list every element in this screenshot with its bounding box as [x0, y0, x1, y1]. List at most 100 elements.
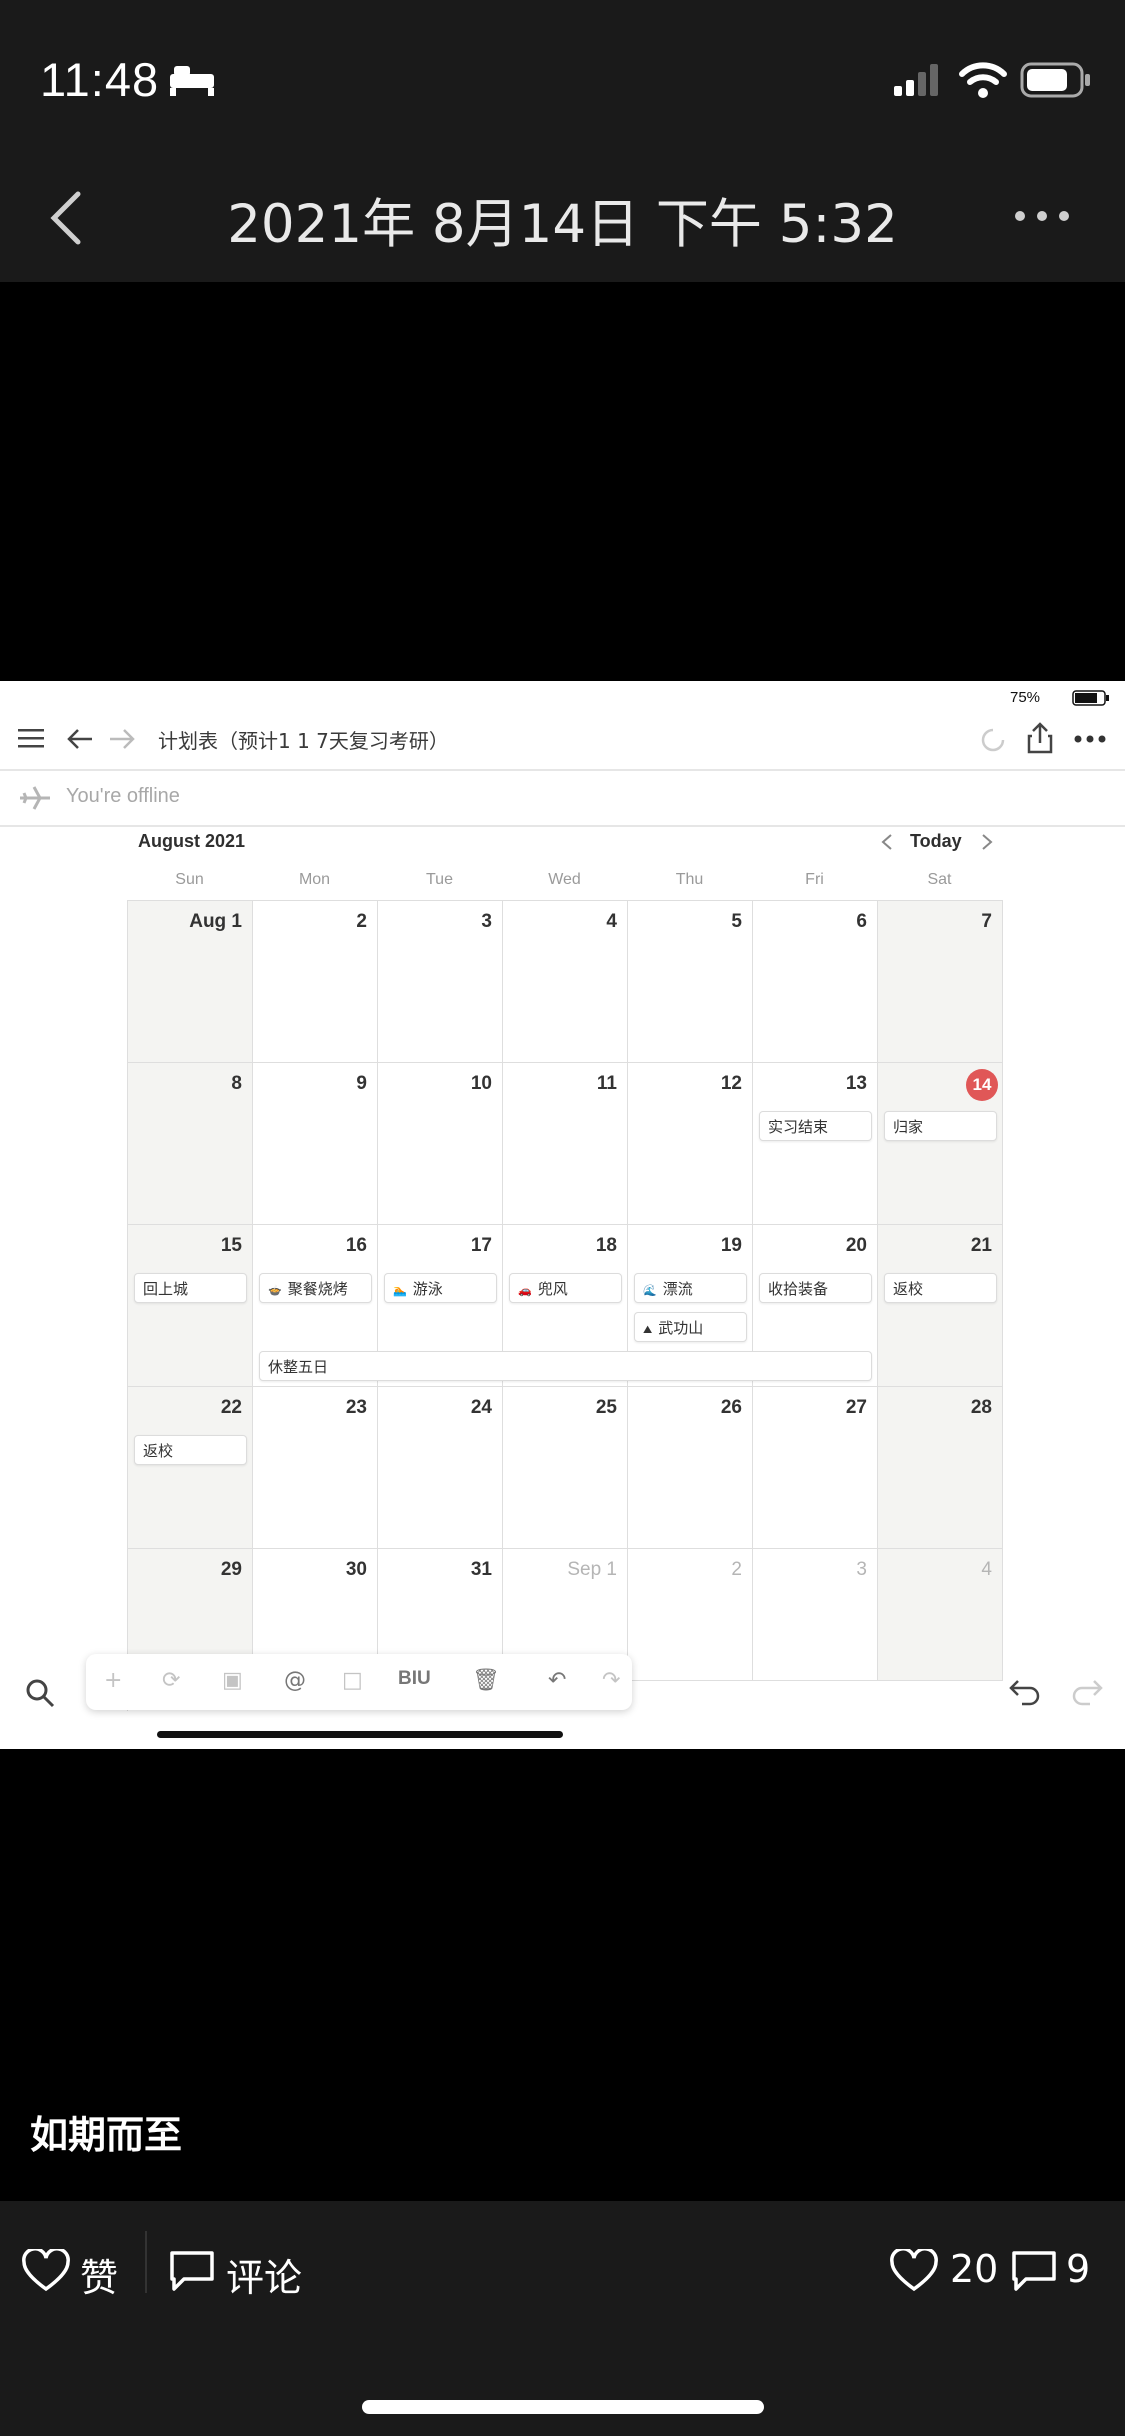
event-icon: 🍲 — [268, 1284, 282, 1297]
home-indicator — [362, 2400, 764, 2414]
page-more-icon[interactable] — [1074, 735, 1106, 743]
calendar-day-cell[interactable]: 14 — [878, 1063, 1003, 1225]
event-label: 归家 — [893, 1118, 924, 1136]
calendar-day-cell[interactable]: 8 — [128, 1063, 253, 1225]
event-icon: 🏊 — [393, 1284, 407, 1297]
calendar-event[interactable]: 实习结束 — [759, 1111, 872, 1141]
calendar-day-cell[interactable]: 15 — [128, 1225, 253, 1387]
menu-icon[interactable] — [18, 727, 46, 749]
day-number: 18 — [595, 1235, 617, 1256]
event-icon: 🚗 — [518, 1284, 532, 1297]
nav-back-icon[interactable] — [66, 727, 94, 751]
next-month-icon[interactable] — [980, 833, 994, 851]
event-label: 休整五日 — [268, 1358, 329, 1376]
event-label: 实习结束 — [768, 1118, 829, 1136]
notion-page-title: 计划表（预计1 1 7天复习考研） — [158, 729, 449, 753]
day-number: 3 — [481, 911, 492, 932]
edit-toolbar: + ⟳ ▣ @ □ BIU 🗑 ↶ ↷ — [86, 1654, 632, 1710]
calendar-day-cell[interactable]: 24 — [378, 1387, 503, 1549]
calendar-day-cell[interactable]: 23 — [253, 1387, 378, 1549]
calendar-day-cell[interactable]: 25 — [503, 1387, 628, 1549]
battery-icon — [1020, 62, 1090, 98]
day-number: 21 — [970, 1235, 992, 1256]
trash-icon[interactable]: 🗑 — [472, 1668, 500, 1693]
more-icon[interactable] — [1012, 206, 1072, 226]
calendar-event[interactable]: 🍲 聚餐烧烤 — [259, 1273, 372, 1303]
day-number: 19 — [720, 1235, 742, 1256]
day-number: 11 — [596, 1073, 617, 1094]
calendar-day-cell[interactable]: 2 — [253, 901, 378, 1063]
event-label: 聚餐烧烤 — [287, 1280, 348, 1298]
text-format-button[interactable]: BIU — [398, 1668, 431, 1690]
screenshot-battery: 75% — [1010, 689, 1041, 706]
calendar-day-cell[interactable]: 21 — [878, 1225, 1003, 1387]
day-number: 17 — [470, 1235, 492, 1256]
search-icon[interactable] — [24, 1677, 56, 1709]
day-number: 3 — [856, 1559, 867, 1580]
prev-month-icon[interactable] — [880, 833, 894, 851]
calendar-day-cell[interactable]: 22 — [128, 1387, 253, 1549]
status-time: 11:48 — [40, 53, 160, 106]
calendar-event[interactable]: 返校 — [884, 1273, 997, 1303]
calendar-day-cell[interactable]: 6 — [753, 901, 878, 1063]
day-number: 9 — [356, 1073, 367, 1094]
calendar-day-cell[interactable]: 28 — [878, 1387, 1003, 1549]
calendar-event[interactable]: 收拾装备 — [759, 1273, 872, 1303]
event-label: 回上城 — [143, 1280, 189, 1298]
comment-bubble-icon[interactable]: □ — [342, 1668, 363, 1693]
redo-icon[interactable]: ↷ — [602, 1668, 620, 1693]
calendar-day-cell[interactable]: 4 — [878, 1549, 1003, 1681]
calendar-event[interactable]: 🌊 漂流 — [634, 1273, 747, 1303]
add-icon[interactable]: + — [104, 1668, 122, 1693]
share-icon[interactable] — [1026, 721, 1054, 755]
comment-button[interactable]: 评论 — [168, 2241, 318, 2301]
calendar-day-cell[interactable]: 13 — [753, 1063, 878, 1225]
loading-icon — [981, 728, 1005, 752]
nav-forward-icon[interactable] — [108, 727, 136, 751]
calendar-day-cell[interactable]: 3 — [378, 901, 503, 1063]
like-button[interactable]: 赞 — [20, 2241, 130, 2301]
post-caption: 如期而至 — [30, 2113, 183, 2157]
day-number: 22 — [220, 1397, 242, 1418]
event-icon: 🌊 — [643, 1284, 657, 1297]
calendar-event[interactable]: 休整五日 — [259, 1351, 872, 1381]
day-number: 7 — [981, 911, 992, 932]
calendar-event[interactable]: 🏊 游泳 — [384, 1273, 497, 1303]
image-icon[interactable]: ▣ — [222, 1668, 243, 1693]
calendar-day-cell[interactable]: 3 — [753, 1549, 878, 1681]
comment-count-icon — [1012, 2251, 1056, 2291]
mention-icon[interactable]: @ — [284, 1668, 306, 1693]
top-bar: 11:48 2021年 8月14日 下午 5:32 — [0, 0, 1125, 282]
undo-icon[interactable]: ↶ — [548, 1668, 566, 1693]
calendar-event[interactable]: 回上城 — [134, 1273, 247, 1303]
calendar-day-cell[interactable]: 4 — [503, 901, 628, 1063]
calendar-day-cell[interactable]: 26 — [628, 1387, 753, 1549]
calendar-event[interactable]: 归家 — [884, 1111, 997, 1141]
page-redo-icon[interactable] — [1070, 1677, 1104, 1707]
day-number: 27 — [845, 1397, 867, 1418]
turn-into-icon[interactable]: ⟳ — [162, 1668, 180, 1693]
day-number: 8 — [231, 1073, 242, 1094]
day-number: 2 — [731, 1559, 742, 1580]
calendar-event[interactable]: 🚗 兜风 — [509, 1273, 622, 1303]
calendar-event[interactable]: ⛰ 武功山 — [634, 1312, 747, 1342]
calendar-day-cell[interactable]: 9 — [253, 1063, 378, 1225]
day-number: 26 — [720, 1397, 742, 1418]
calendar-event[interactable]: 返校 — [134, 1435, 247, 1465]
calendar-day-cell[interactable]: 11 — [503, 1063, 628, 1225]
weekday-label: Wed — [548, 871, 581, 888]
page-undo-icon[interactable] — [1008, 1677, 1042, 1707]
calendar-day-cell[interactable]: 2 — [628, 1549, 753, 1681]
calendar-day-cell[interactable]: 27 — [753, 1387, 878, 1549]
calendar-day-cell[interactable]: 10 — [378, 1063, 503, 1225]
today-button[interactable]: Today — [910, 831, 962, 852]
day-number: Sep 1 — [567, 1559, 617, 1580]
day-number: 2 — [356, 911, 367, 932]
calendar-day-cell[interactable]: 7 — [878, 901, 1003, 1063]
calendar-day-cell[interactable]: Aug 1 — [128, 901, 253, 1063]
month-label: August 2021 — [138, 831, 246, 851]
day-number: 6 — [856, 911, 867, 932]
calendar-day-cell[interactable]: 12 — [628, 1063, 753, 1225]
calendar-day-cell[interactable]: 5 — [628, 901, 753, 1063]
day-number: 28 — [970, 1397, 992, 1418]
